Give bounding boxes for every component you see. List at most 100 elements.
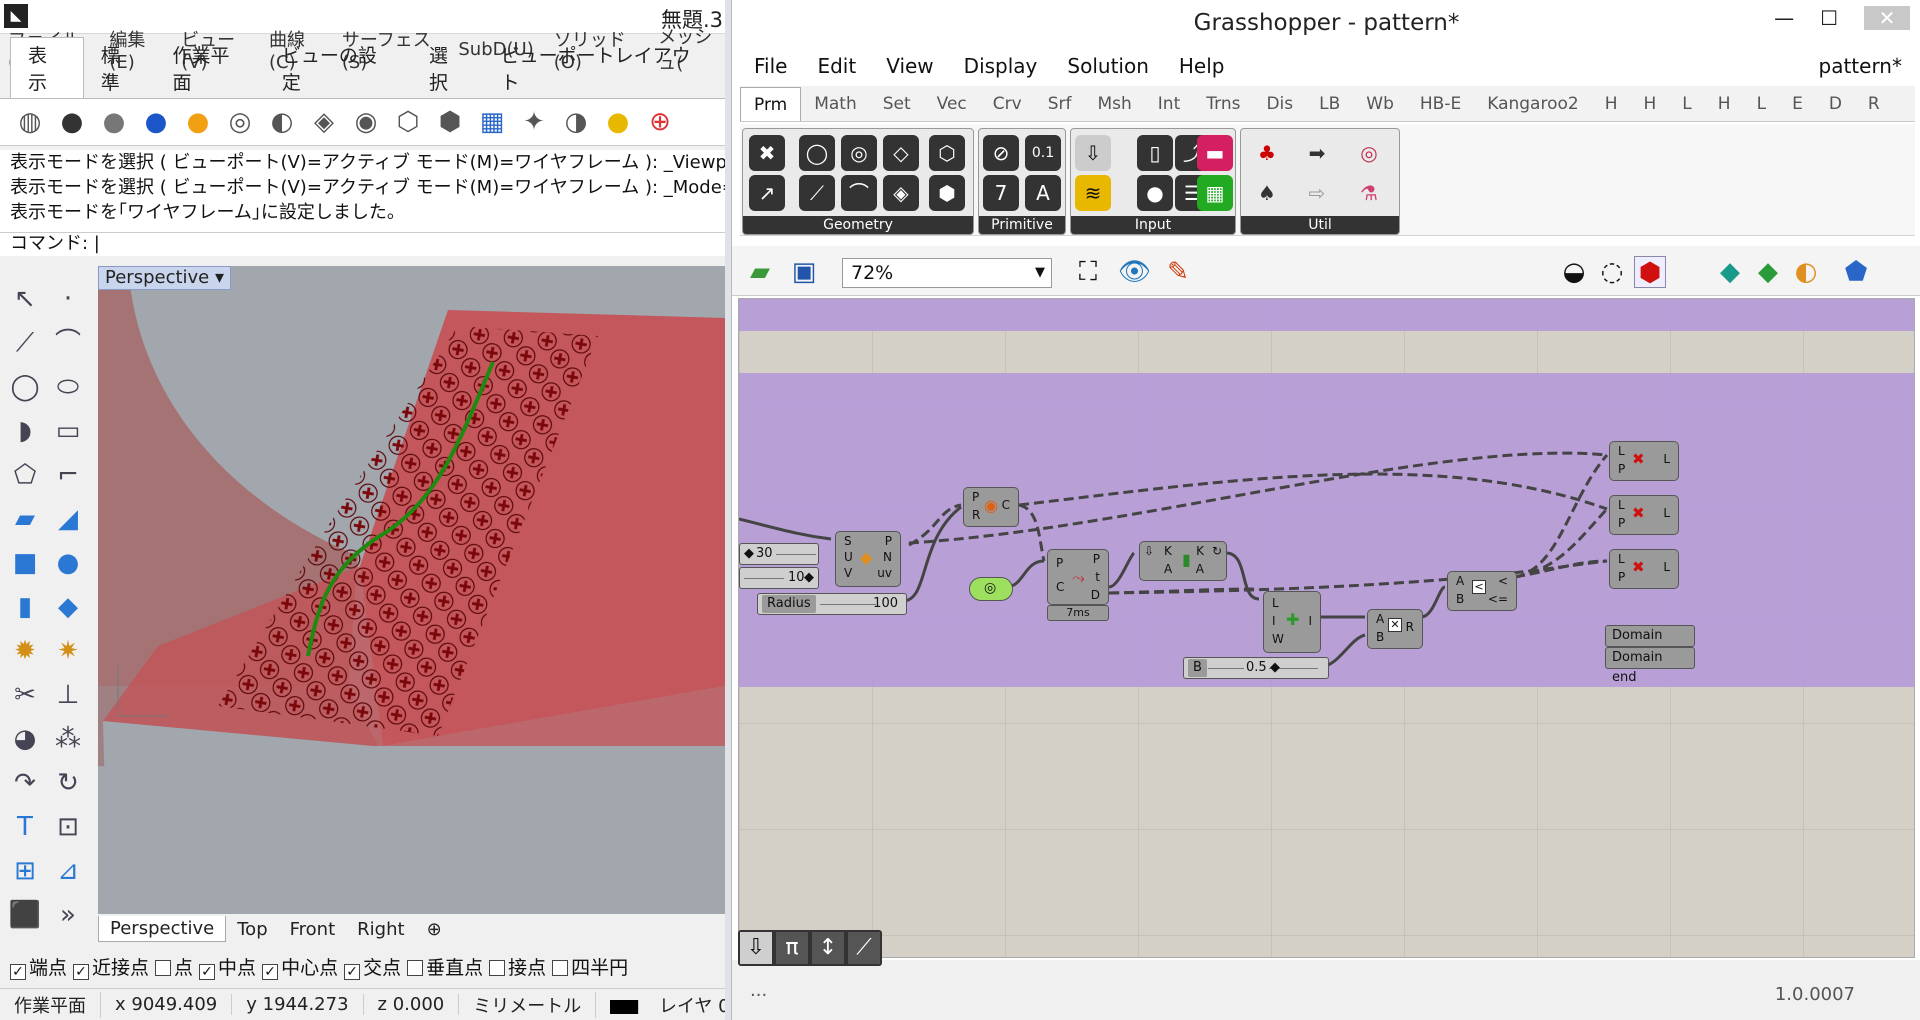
gh-menu-file[interactable]: File: [754, 54, 787, 78]
close-icon[interactable]: ✕: [1864, 6, 1910, 30]
select-arrow-icon[interactable]: ↖: [4, 278, 46, 321]
line-param-icon[interactable]: ⟋: [799, 175, 835, 211]
cat-tab[interactable]: L: [1669, 94, 1704, 114]
graph-mapper-icon[interactable]: ≋: [1075, 175, 1111, 211]
viewport-tab-perspective[interactable]: Perspective: [98, 916, 227, 942]
cat-tab[interactable]: Int: [1145, 94, 1193, 114]
tab-viewport-layout[interactable]: ビューポートレイアウト: [484, 38, 725, 98]
slider-b[interactable]: B 0.5 ◆: [1183, 657, 1329, 679]
curve-icon[interactable]: ⌒: [47, 322, 89, 365]
artistic-icon[interactable]: ◉: [348, 104, 384, 140]
pencil-icon[interactable]: ⟋: [848, 932, 880, 964]
group-icon[interactable]: ⁂: [47, 718, 89, 761]
gh-menu-help[interactable]: Help: [1179, 54, 1225, 78]
gh-canvas[interactable]: S U V ◆ P N uv ◆ 30 10 ◆ Radius 100 P R: [738, 298, 1915, 958]
ellipse-icon[interactable]: ⬭: [47, 366, 89, 409]
toggle-icon[interactable]: ▯: [1137, 135, 1173, 171]
cat-tab[interactable]: HB-E: [1407, 94, 1474, 114]
lights-icon[interactable]: ✦: [516, 104, 552, 140]
wireframe-icon[interactable]: ◍: [12, 104, 48, 140]
blue-sphere-icon[interactable]: ●: [138, 104, 174, 140]
cat-tab[interactable]: H: [1705, 94, 1744, 114]
osnap-checkbox[interactable]: ✓: [199, 963, 216, 980]
rectangle-icon[interactable]: ▭: [47, 410, 89, 453]
expression-icon[interactable]: ↕: [812, 932, 844, 964]
arctic-icon[interactable]: ⬢: [432, 104, 468, 140]
trim-icon[interactable]: ✂: [4, 674, 46, 717]
zoom-select[interactable]: 72% ▼: [842, 258, 1052, 288]
transform-icon[interactable]: ↷: [4, 762, 46, 805]
shaded-icon[interactable]: ●: [54, 104, 90, 140]
maximize-icon[interactable]: ☐: [1820, 6, 1838, 30]
osnap-checkbox[interactable]: ✓: [344, 963, 361, 980]
surface-param-icon[interactable]: ◇: [883, 135, 919, 171]
cat-tab[interactable]: Srf: [1035, 94, 1085, 114]
fillet-icon[interactable]: ⌐: [47, 454, 89, 497]
sun-icon[interactable]: ●: [600, 104, 636, 140]
text-icon[interactable]: T: [4, 806, 46, 849]
data-arrow-icon[interactable]: ➡: [1299, 135, 1335, 171]
cat-tab[interactable]: Wb: [1353, 94, 1407, 114]
cat-tab[interactable]: Dis: [1253, 94, 1306, 114]
brep-param-icon[interactable]: ⬡: [929, 135, 965, 171]
slider-v[interactable]: 10 ◆: [739, 567, 819, 589]
slider-input-icon[interactable]: ●: [1137, 175, 1173, 211]
cat-tab[interactable]: Crv: [980, 94, 1035, 114]
node-circle[interactable]: P R ◉ C: [963, 487, 1019, 527]
osnap-checkbox[interactable]: ✓: [262, 963, 279, 980]
osnap-quad[interactable]: 四半円: [552, 953, 628, 980]
point-icon[interactable]: ·: [47, 278, 89, 321]
slider-u[interactable]: ◆ 30: [739, 543, 819, 565]
render-view-icon[interactable]: ▦: [474, 104, 510, 140]
galapagos-icon[interactable]: ◎: [1351, 135, 1387, 171]
tab-cplane[interactable]: 作業平面: [155, 38, 264, 98]
node-evaluate-surface[interactable]: S U V ◆ P N uv: [835, 531, 901, 587]
mesh-settings-icon[interactable]: ⬟: [1840, 256, 1872, 288]
rendered-icon[interactable]: ●: [96, 104, 132, 140]
cat-tab[interactable]: Vec: [924, 94, 980, 114]
status-unit[interactable]: ミリメートル: [459, 991, 597, 1018]
xray-icon[interactable]: ◐: [264, 104, 300, 140]
perspective-viewport[interactable]: Perspective ▾: [98, 266, 725, 914]
mesh-param-icon[interactable]: ◈: [883, 175, 919, 211]
pi-icon[interactable]: π: [776, 932, 808, 964]
node-curve-param[interactable]: ◎: [969, 577, 1013, 601]
preview-eye-icon[interactable]: 👁: [1118, 256, 1151, 288]
cat-tab[interactable]: R: [1855, 94, 1893, 114]
cat-tab[interactable]: D: [1816, 94, 1855, 114]
domain-end-label[interactable]: Domain end: [1605, 647, 1695, 685]
cherry-icon[interactable]: ♣: [1249, 135, 1285, 171]
cat-tab[interactable]: H: [1631, 94, 1670, 114]
command-line-input[interactable]: コマンド: |: [0, 232, 725, 256]
arc-icon[interactable]: ◗: [4, 410, 46, 453]
dimension-icon[interactable]: ⊡: [47, 806, 89, 849]
ghosted-icon[interactable]: ◎: [222, 104, 258, 140]
save-file-icon[interactable]: ▣: [788, 256, 820, 288]
node-multiply[interactable]: A B ✕ R: [1367, 609, 1423, 649]
node-smaller-than[interactable]: A B < < <=: [1447, 571, 1517, 611]
polygon-icon[interactable]: ⬠: [4, 454, 46, 497]
cat-tab[interactable]: LB: [1306, 94, 1353, 114]
domain-start-label[interactable]: Domain start: [1605, 625, 1695, 663]
preview-selected-icon[interactable]: ◆: [1714, 256, 1746, 288]
sphere-icon[interactable]: ●: [47, 542, 89, 585]
cat-tab[interactable]: Trns: [1193, 94, 1253, 114]
boolean-icon[interactable]: ◕: [4, 718, 46, 761]
loft-icon[interactable]: ◢: [47, 498, 89, 541]
osnap-near[interactable]: ✓ 近接点: [73, 953, 149, 980]
osnap-checkbox[interactable]: [552, 959, 569, 976]
osnap-center[interactable]: ✓ 中心点: [262, 953, 338, 980]
technical-icon[interactable]: ◈: [306, 104, 342, 140]
node-curve-closest-point[interactable]: P C ⤳ P t D: [1047, 549, 1109, 605]
field-param-icon[interactable]: ⬢: [929, 175, 965, 211]
osnap-end[interactable]: ✓ 端点: [10, 953, 67, 980]
node-cull-pattern[interactable]: L P ✖ L: [1609, 549, 1679, 589]
slider-radius[interactable]: Radius 100: [757, 593, 907, 615]
polyline-param-icon[interactable]: ⌒: [841, 175, 877, 211]
flask-icon[interactable]: ⚗: [1351, 175, 1387, 211]
tab-standard[interactable]: 標準: [84, 38, 156, 98]
viewport-tab-right[interactable]: Right: [346, 917, 415, 942]
cat-tab[interactable]: Set: [870, 94, 924, 114]
tree-icon[interactable]: ♠: [1249, 175, 1285, 211]
node-remap-numbers[interactable]: L I W ✚ I: [1263, 591, 1321, 653]
